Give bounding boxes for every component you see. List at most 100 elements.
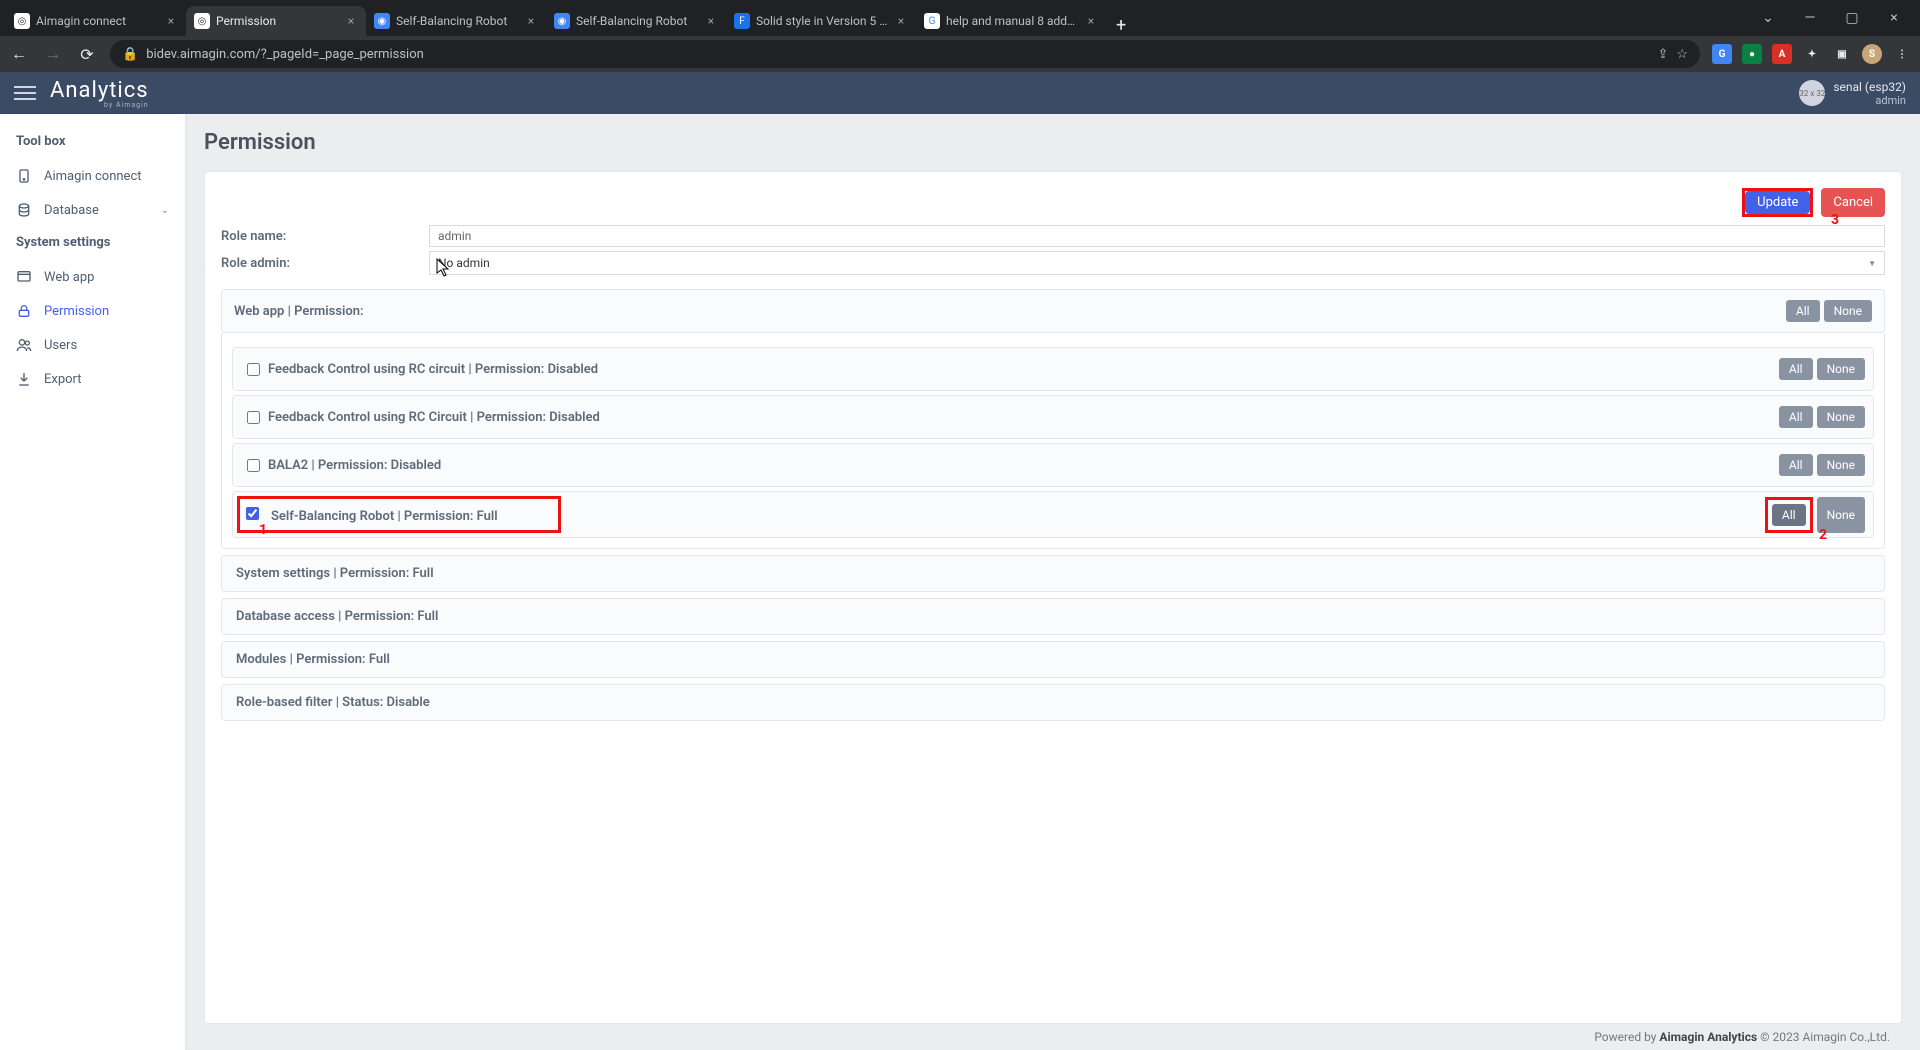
all-button[interactable]: All (1779, 358, 1813, 380)
callout-number-2: 2 (1819, 527, 1827, 543)
close-icon[interactable]: × (164, 14, 178, 28)
brand-text: Analytics (50, 78, 149, 103)
favicon-icon: G (924, 13, 940, 29)
sidebar-item-web-app[interactable]: Web app (0, 260, 185, 294)
kebab-menu-icon[interactable]: ⋮ (1892, 44, 1912, 64)
tab-title: help and manual 8 add code - G (946, 14, 1078, 28)
all-button[interactable]: All (1772, 504, 1806, 526)
close-icon[interactable]: × (704, 14, 718, 28)
sidebar-item-label: Database (44, 203, 99, 218)
maximize-icon[interactable]: ▢ (1840, 10, 1864, 26)
perm-toggle-group: All None (1779, 358, 1865, 380)
perm-checkbox[interactable] (247, 459, 260, 472)
perm-toggle-group: All None 2 (1765, 497, 1865, 533)
none-button[interactable]: None (1824, 300, 1872, 322)
perm-item-highlighted: Self-Balancing Robot | Permission: Full … (232, 491, 1874, 538)
forward-icon[interactable]: → (42, 43, 64, 65)
perm-checkbox[interactable] (247, 411, 260, 424)
avatar: 32 x 32 (1799, 80, 1825, 106)
profile-icon[interactable]: S (1862, 44, 1882, 64)
sidebar-item-label: Permission (44, 304, 109, 319)
browser-tab[interactable]: ◉ Self-Balancing Robot × (546, 6, 726, 36)
lock-icon: 🔒 (122, 47, 138, 62)
perm-toggle-group: All None (1779, 454, 1865, 476)
webapp-icon (16, 269, 32, 285)
close-icon[interactable]: × (894, 14, 908, 28)
all-button[interactable]: All (1786, 300, 1820, 322)
tab-title: Self-Balancing Robot (396, 14, 518, 28)
role-admin-value: No admin (438, 256, 490, 270)
favicon-icon: ◉ (554, 13, 570, 29)
close-icon[interactable]: × (524, 14, 538, 28)
update-button[interactable]: Update (1745, 191, 1810, 214)
perm-checkbox[interactable] (247, 363, 260, 376)
perm-item-label: Self-Balancing Robot | Permission: Full (271, 509, 498, 524)
browser-tab[interactable]: F Solid style in Version 5 | Font Aw × (726, 6, 916, 36)
tab-title: Solid style in Version 5 | Font Aw (756, 14, 888, 28)
browser-tab[interactable]: ◉ Self-Balancing Robot × (366, 6, 546, 36)
role-name-input[interactable] (429, 225, 1885, 247)
sidebar: Tool box Aimagin connect Database ⌄ Syst… (0, 114, 186, 1050)
user-role: admin (1875, 94, 1906, 107)
sidebar-item-label: Users (44, 338, 77, 353)
hamburger-icon[interactable] (14, 82, 36, 104)
role-admin-select[interactable]: No admin (429, 251, 1885, 275)
main-content: Permission Update Cancel 3 Role name: Ro… (186, 114, 1920, 1050)
footer-brand: Aimagin Analytics (1659, 1030, 1757, 1044)
browser-toolbar: ← → ⟳ 🔒 bidev.aimagin.com/?_pageId=_page… (0, 36, 1920, 72)
browser-tab[interactable]: ◎ Aimagin connect × (6, 6, 186, 36)
callout-number-3: 3 (1831, 212, 1839, 228)
tab-title: Permission (216, 14, 338, 28)
chevron-down-icon[interactable]: ⌄ (1756, 10, 1780, 26)
close-icon[interactable]: × (344, 14, 358, 28)
perm-item: BALA2 | Permission: Disabled All None (232, 443, 1874, 487)
window-controls: ⌄ — ▢ × (1756, 0, 1914, 36)
share-icon[interactable]: ⇪ (1657, 47, 1668, 62)
favicon-icon: ◎ (14, 13, 30, 29)
extension-icon[interactable]: A (1772, 44, 1792, 64)
puzzle-icon[interactable]: ✦ (1802, 44, 1822, 64)
url-bar[interactable]: 🔒 bidev.aimagin.com/?_pageId=_page_permi… (110, 40, 1700, 68)
sidebar-item-export[interactable]: Export (0, 362, 185, 396)
perm-modules[interactable]: Modules | Permission: Full (221, 641, 1885, 678)
sidebar-item-users[interactable]: Users (0, 328, 185, 362)
tab-title: Self-Balancing Robot (576, 14, 698, 28)
close-window-icon[interactable]: × (1882, 10, 1906, 26)
perm-checkbox[interactable] (246, 507, 259, 520)
star-icon[interactable]: ☆ (1676, 47, 1688, 62)
minimize-icon[interactable]: — (1798, 10, 1822, 26)
chevron-down-icon: ⌄ (161, 205, 169, 216)
brand-subtext: by Aimagin (50, 101, 149, 109)
favicon-icon: ◉ (374, 13, 390, 29)
all-button[interactable]: All (1779, 406, 1813, 428)
none-button[interactable]: None (1817, 406, 1865, 428)
new-tab-button[interactable]: + (1106, 15, 1136, 36)
sidebar-item-database[interactable]: Database ⌄ (0, 193, 185, 227)
reload-icon[interactable]: ⟳ (76, 43, 98, 65)
close-icon[interactable]: × (1084, 14, 1098, 28)
all-button[interactable]: All (1779, 454, 1813, 476)
none-button[interactable]: None (1817, 454, 1865, 476)
sidebar-item-label: Export (44, 372, 82, 387)
page-title: Permission (204, 130, 1902, 155)
perm-item-label: BALA2 | Permission: Disabled (268, 458, 441, 473)
user-box[interactable]: 32 x 32 senal (esp32) admin (1799, 80, 1906, 107)
perm-role-based-filter[interactable]: Role-based filter | Status: Disable (221, 684, 1885, 721)
favicon-icon: ◎ (194, 13, 210, 29)
connect-icon (16, 168, 32, 184)
perm-system-settings[interactable]: System settings | Permission: Full (221, 555, 1885, 592)
panel-icon[interactable]: ▣ (1832, 44, 1852, 64)
extension-icon[interactable]: ● (1742, 44, 1762, 64)
sidebar-heading-toolbox: Tool box (0, 126, 185, 159)
browser-tab[interactable]: G help and manual 8 add code - G × (916, 6, 1106, 36)
sidebar-item-aimagin-connect[interactable]: Aimagin connect (0, 159, 185, 193)
webapp-toggle-group: All None (1786, 300, 1872, 322)
sidebar-item-label: Aimagin connect (44, 169, 142, 184)
extension-icon[interactable]: G (1712, 44, 1732, 64)
browser-tab[interactable]: ◎ Permission × (186, 6, 366, 36)
perm-database-access[interactable]: Database access | Permission: Full (221, 598, 1885, 635)
sidebar-item-permission[interactable]: Permission (0, 294, 185, 328)
back-icon[interactable]: ← (8, 43, 30, 65)
none-button[interactable]: None (1817, 358, 1865, 380)
favicon-icon: F (734, 13, 750, 29)
